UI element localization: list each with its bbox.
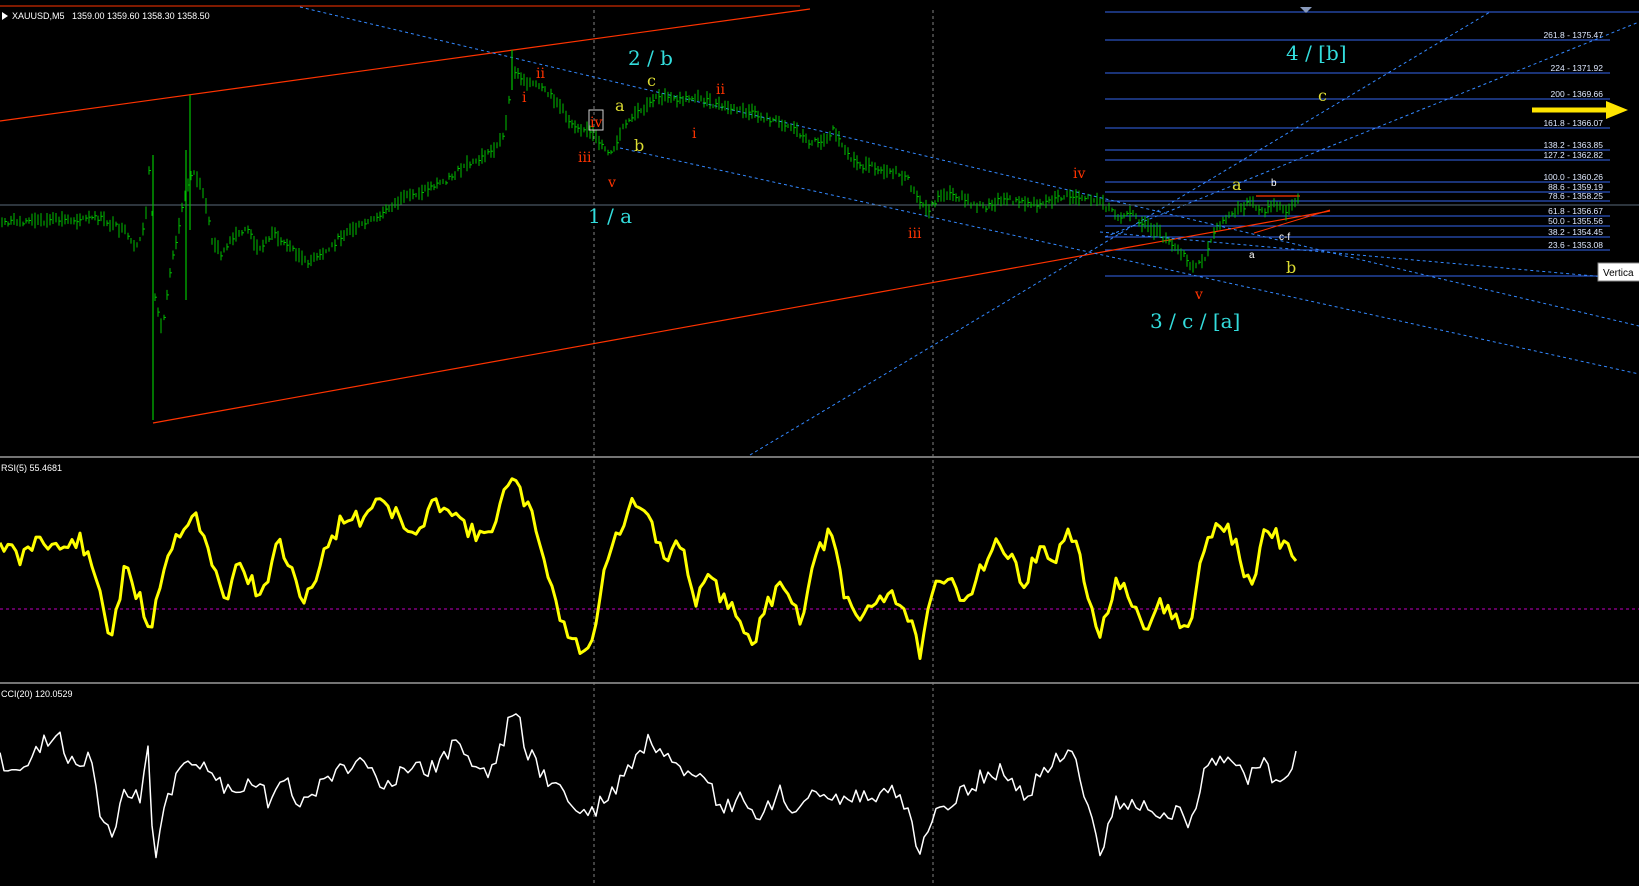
wave-4-b: 4 / [b]: [1286, 41, 1347, 65]
fib-level-label: 61.8 - 1356.67: [1548, 206, 1603, 216]
price-panel[interactable]: 261.8 - 1375.47 224 - 1371.92 200 - 1369.6…: [0, 5, 1639, 456]
wave-yellow-b-2: b: [1286, 258, 1296, 277]
chart-window[interactable]: 261.8 - 1375.47 224 - 1371.92 200 - 1369.6…: [0, 0, 1639, 886]
fib-level-label: 200 - 1369.66: [1551, 89, 1604, 99]
cci-line[interactable]: [0, 713, 1297, 859]
fib-level-label: 38.2 - 1354.45: [1548, 227, 1603, 237]
fib-level-label: 78.6 - 1358.25: [1548, 191, 1603, 201]
cci-header: CCI(20) 120.0529: [1, 689, 73, 699]
fib-level-label: 261.8 - 1375.47: [1543, 30, 1603, 40]
wave-red-i: i: [522, 90, 527, 106]
wave-yellow-a-2: a: [1232, 175, 1242, 194]
wave-red-iii: iii: [578, 150, 592, 166]
wave-1-a: 1 / a: [588, 204, 632, 228]
wave-red-iv: iv: [590, 115, 602, 131]
symbol-label: XAUUSD,M5: [12, 11, 65, 21]
rsi-line[interactable]: [0, 477, 1298, 660]
fibonacci-levels[interactable]: 261.8 - 1375.47 224 - 1371.92 200 - 1369.6…: [1105, 11, 1639, 277]
blue-trend-lines[interactable]: [299, 6, 1639, 456]
price-bars[interactable]: [1, 50, 1299, 420]
wave-red-ii-2: ii: [716, 82, 725, 98]
ohlc-values: 1359.00 1359.60 1358.30 1358.50: [72, 11, 210, 21]
wave-3-c-a: 3 / c / [a]: [1150, 309, 1240, 333]
wave-yellow-c: c: [647, 71, 656, 90]
wave-white-c-f: c-f: [1279, 232, 1290, 243]
wave-yellow-b: b: [634, 136, 644, 155]
fib-level-label: 50.0 - 1355.56: [1548, 216, 1603, 226]
fib-level-label: 127.2 - 1362.82: [1543, 150, 1603, 160]
wave-red-iv-2: iv: [1073, 166, 1085, 182]
rsi-header: RSI(5) 55.4681: [1, 463, 62, 473]
main-header: XAUUSD,M5 1359.00 1359.60 1358.30 1358.5…: [2, 11, 210, 21]
tooltip: Vertica: [1597, 262, 1639, 282]
wave-red-i-2: i: [692, 126, 697, 142]
wave-white-a: a: [1249, 250, 1255, 261]
cci-panel[interactable]: CCI(20) 120.0529: [0, 689, 1297, 859]
rsi-panel[interactable]: RSI(5) 55.4681: [0, 463, 1639, 660]
trading-terminal: 261.8 - 1375.47 224 - 1371.92 200 - 1369.6…: [0, 0, 1639, 886]
period-separators: [593, 10, 934, 886]
fib-level-label: 224 - 1371.92: [1551, 63, 1604, 73]
fib-level-label: 138.2 - 1363.85: [1543, 140, 1603, 150]
wave-labels: 2 / b 1 / a 3 / c / [a] 4 / [b] i ii iii…: [522, 41, 1347, 333]
wave-white-b: b: [1271, 178, 1277, 189]
wave-red-iii-2: iii: [908, 226, 922, 242]
expand-icon: [2, 12, 8, 20]
fib-level-label: 23.6 - 1353.08: [1548, 240, 1603, 250]
wave-red-v-2: v: [1194, 287, 1203, 303]
wave-yellow-a: a: [615, 96, 625, 115]
wave-red-ii: ii: [536, 66, 545, 82]
yellow-arrow-icon: [1532, 101, 1628, 119]
wave-yellow-c-2: c: [1318, 86, 1327, 105]
tooltip-text: Vertica: [1603, 268, 1634, 279]
fib-level-label: 161.8 - 1366.07: [1543, 118, 1603, 128]
fib-level-label: 100.0 - 1360.26: [1543, 172, 1603, 182]
wave-red-v: v: [607, 175, 616, 191]
wave-2-b: 2 / b: [628, 46, 673, 70]
